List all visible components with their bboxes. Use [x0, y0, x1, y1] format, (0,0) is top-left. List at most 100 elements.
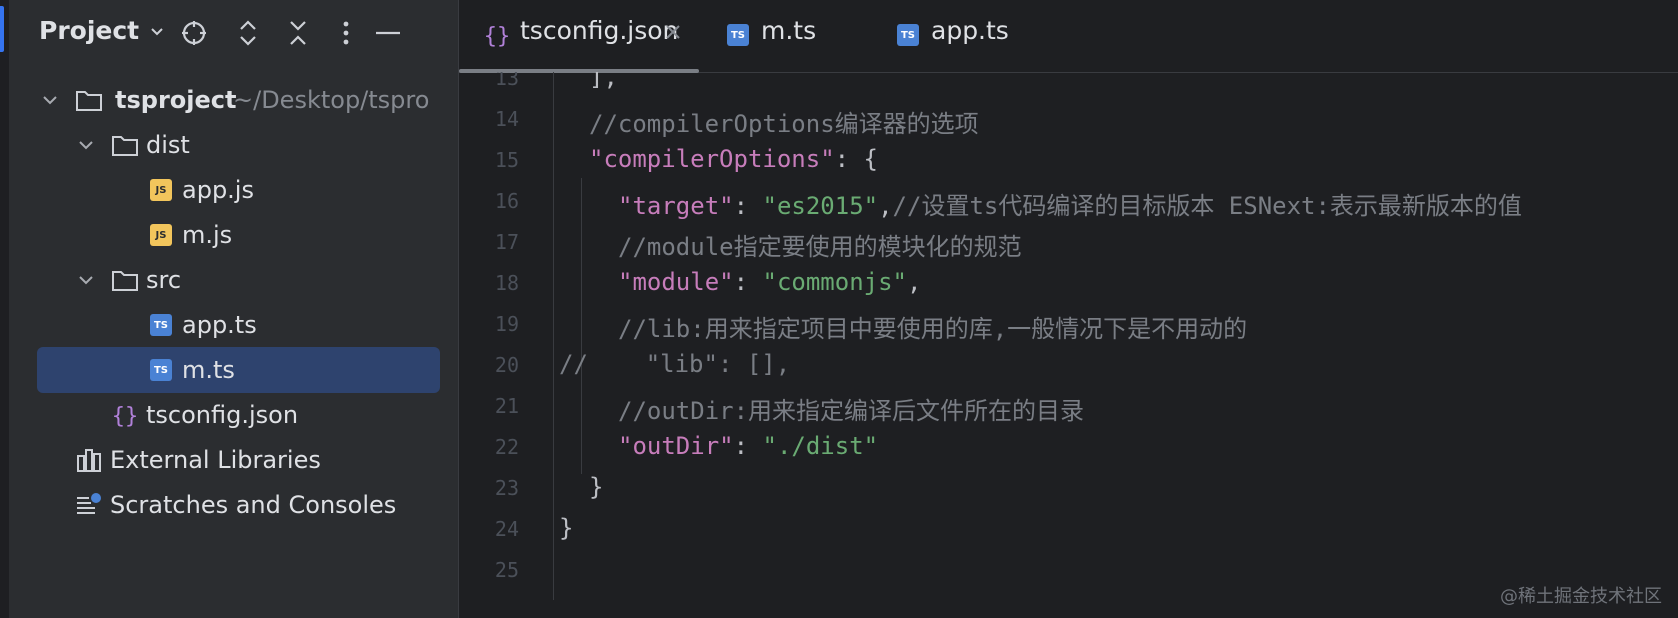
line-number: 15	[494, 148, 519, 172]
json-string: "./dist"	[762, 432, 879, 460]
chevron-down-icon[interactable]	[41, 91, 59, 109]
tree-item-external-libraries[interactable]: External Libraries	[9, 438, 458, 482]
code-text: "compilerOptions": {	[589, 145, 878, 173]
code-punc: ,	[907, 268, 922, 296]
tree-item-scratches[interactable]: Scratches and Consoles	[9, 483, 458, 527]
hide-panel-icon[interactable]	[371, 16, 405, 50]
code-text: }	[559, 514, 574, 542]
code-line: 17 //module指定要使用的模块化的规范	[459, 221, 1678, 265]
tree-item-m-ts[interactable]: TS m.ts	[9, 347, 458, 393]
code-line: 21 //outDir:用来指定编译后文件所在的目录	[459, 385, 1678, 429]
tree-item-src[interactable]: src	[9, 258, 458, 302]
chevron-down-icon[interactable]	[77, 271, 95, 289]
tree-item-tsconfig[interactable]: {} tsconfig.json	[9, 393, 458, 437]
code-text: }	[589, 473, 604, 501]
code-line: 16 "target": "es2015",//设置ts代码编译的目标版本 ES…	[459, 180, 1678, 224]
code-comment: //module指定要使用的模块化的规范	[618, 233, 1022, 261]
tab-label: app.ts	[931, 16, 1009, 45]
line-number: 24	[494, 517, 519, 541]
project-tool-indicator[interactable]	[0, 6, 4, 52]
project-path: ~/Desktop/tspro	[233, 86, 430, 114]
folder-icon	[75, 86, 103, 114]
tab-label: tsconfig.json	[520, 16, 679, 45]
watermark: @稀土掘金技术社区	[1500, 586, 1662, 607]
line-number: 20	[494, 353, 519, 377]
close-icon[interactable]	[663, 22, 683, 42]
code-punc: : {	[834, 145, 878, 173]
tree-item-label: m.js	[182, 221, 233, 249]
code-punc: :	[733, 268, 763, 296]
json-key: "target"	[618, 192, 734, 220]
project-panel: Project tsproject ~/Desktop/tspro dist J…	[9, 0, 458, 618]
code-area[interactable]: 13 ], 14 //compilerOptions编译器的选项 15 "com…	[459, 72, 1678, 618]
code-comment: //设置ts代码编译的目标版本 ESNext:表示最新版本的值	[892, 192, 1522, 220]
json-key: "module"	[618, 268, 734, 296]
code-line: 23 }	[459, 467, 1678, 511]
code-text: ],	[589, 72, 618, 91]
tab-app-ts[interactable]: TS app.ts	[894, 0, 1054, 72]
folder-icon	[111, 266, 139, 294]
code-line: 18 "module": "commonjs",	[459, 262, 1678, 306]
svg-text:{}: {}	[484, 24, 511, 49]
code-punc: :	[733, 432, 763, 460]
tree-item-app-ts[interactable]: TS app.ts	[9, 303, 458, 347]
code-line: 22 "outDir": "./dist"	[459, 426, 1678, 470]
tab-tsconfig-json[interactable]: {} tsconfig.json	[459, 0, 699, 73]
code-line: 20 // "lib": [],	[459, 344, 1678, 388]
json-string: "es2015"	[762, 192, 879, 220]
tree-item-label: External Libraries	[110, 446, 321, 474]
code-line: 19 //lib:用来指定项目中要使用的库,一般情况下是不用动的	[459, 303, 1678, 347]
tree-item-label: dist	[146, 131, 190, 159]
chevron-down-icon[interactable]	[77, 136, 95, 154]
ts-file-icon: TS	[894, 21, 922, 49]
code-line: 24 }	[459, 508, 1678, 552]
tab-m-ts[interactable]: TS m.ts	[724, 0, 884, 72]
tree-item-app-js[interactable]: JS app.js	[9, 168, 458, 212]
tree-item-label: tsconfig.json	[146, 401, 299, 429]
project-panel-title[interactable]: Project	[39, 16, 139, 45]
json-braces-icon: {}	[483, 21, 511, 49]
tree-item-tsproject[interactable]: tsproject ~/Desktop/tspro	[9, 78, 458, 122]
line-number: 21	[494, 394, 519, 418]
chevron-down-icon[interactable]	[148, 20, 166, 42]
line-number: 18	[494, 271, 519, 295]
tab-label: m.ts	[761, 16, 817, 45]
tree-item-label: tsproject	[115, 86, 237, 114]
tree-item-label: Scratches and Consoles	[110, 491, 397, 519]
editor: {} tsconfig.json TS m.ts TS app.ts 13 ],…	[459, 0, 1678, 618]
tree-item-dist[interactable]: dist	[9, 123, 458, 167]
tree-item-label: m.ts	[182, 356, 235, 384]
code-comment: // "lib": [],	[559, 350, 791, 378]
locate-icon[interactable]	[177, 16, 211, 50]
tree-item-m-js[interactable]: JS m.js	[9, 213, 458, 257]
expand-all-icon[interactable]	[231, 16, 265, 50]
line-number: 16	[494, 189, 519, 213]
project-panel-header: Project	[9, 0, 458, 68]
tool-window-strip	[0, 0, 9, 618]
library-icon	[75, 446, 103, 474]
line-number: 13	[494, 72, 519, 90]
svg-text:{}: {}	[112, 404, 139, 429]
line-number: 17	[494, 230, 519, 254]
collapse-all-icon[interactable]	[281, 16, 315, 50]
code-comment: //lib:用来指定项目中要使用的库,一般情况下是不用动的	[618, 315, 1248, 343]
js-file-icon: JS	[147, 221, 175, 249]
line-number: 19	[494, 312, 519, 336]
more-options-icon[interactable]	[329, 16, 363, 50]
json-braces-icon: {}	[111, 401, 139, 429]
scratches-icon	[75, 491, 103, 519]
selection-highlight	[37, 347, 440, 393]
json-key: "outDir"	[618, 432, 734, 460]
code-comment: //compilerOptions编译器的选项	[589, 110, 979, 138]
ts-file-icon: TS	[724, 21, 752, 49]
folder-icon	[111, 131, 139, 159]
line-number: 23	[494, 476, 519, 500]
json-string: "commonjs"	[762, 268, 908, 296]
js-file-icon: JS	[147, 176, 175, 204]
tree-item-label: app.ts	[182, 311, 257, 339]
code-text: "outDir": "./dist"	[618, 432, 878, 460]
json-key: "compilerOptions"	[589, 145, 835, 173]
line-number: 14	[494, 107, 519, 131]
code-line: 14 //compilerOptions编译器的选项	[459, 98, 1678, 142]
tree-item-label: src	[146, 266, 182, 294]
